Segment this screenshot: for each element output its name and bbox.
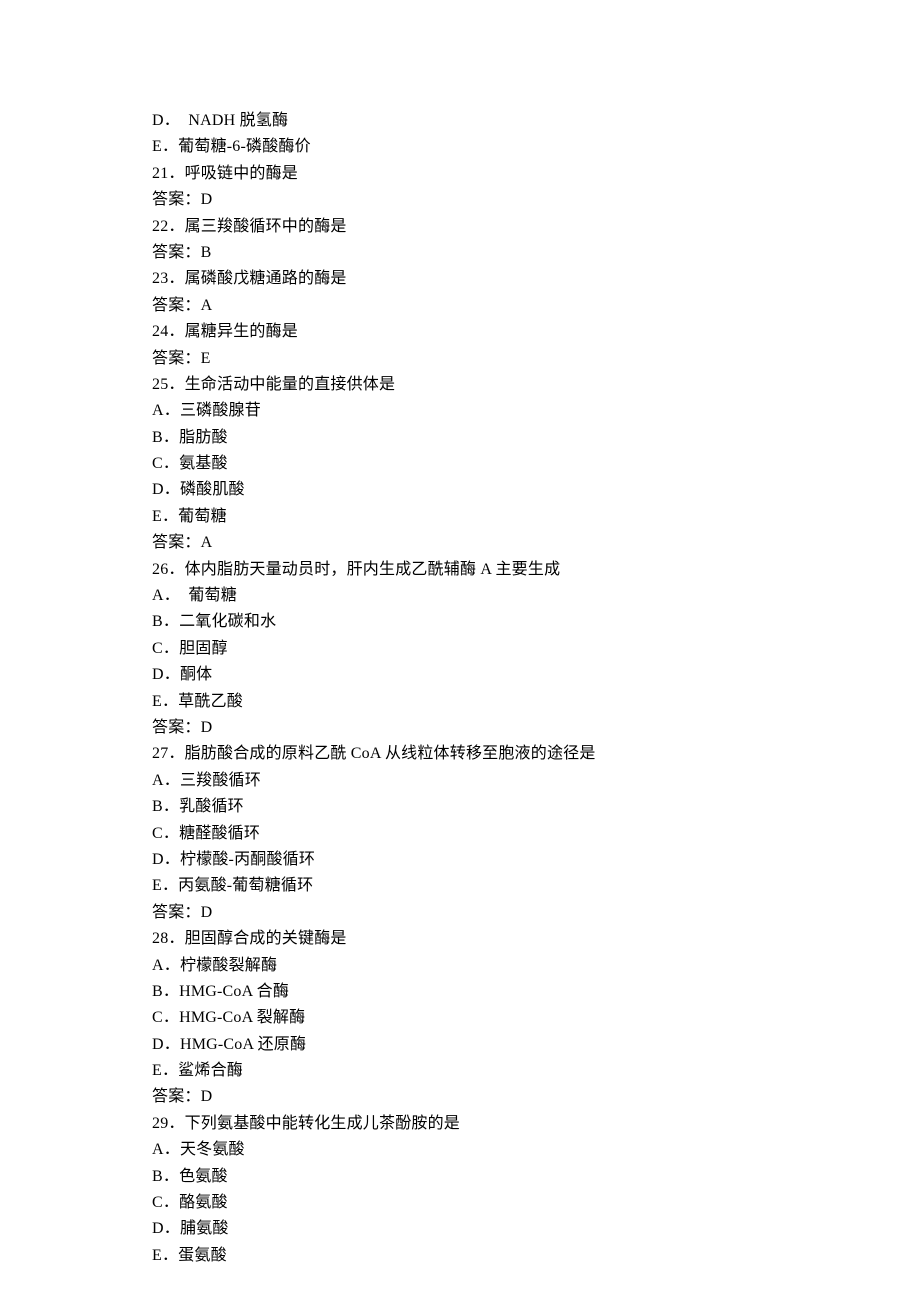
- text-line: E．蛋氨酸: [152, 1243, 920, 1269]
- text-line: 答案：A: [152, 530, 920, 556]
- text-line: E．葡萄糖-6-磷酸酶价: [152, 134, 920, 160]
- text-line: E．葡萄糖: [152, 504, 920, 530]
- text-line: 答案：B: [152, 240, 920, 266]
- text-line: A． 葡萄糖: [152, 583, 920, 609]
- text-line: 24．属糖异生的酶是: [152, 319, 920, 345]
- text-line: D． NADH 脱氢酶: [152, 108, 920, 134]
- text-line: 27．脂肪酸合成的原料乙酰 CoA 从线粒体转移至胞液的途径是: [152, 741, 920, 767]
- text-line: B．乳酸循环: [152, 794, 920, 820]
- text-line: 23．属磷酸戊糖通路的酶是: [152, 266, 920, 292]
- text-line: D．酮体: [152, 662, 920, 688]
- text-line: C．HMG-CoA 裂解酶: [152, 1005, 920, 1031]
- text-line: 26．体内脂肪天量动员时，肝内生成乙酰辅酶 A 主要生成: [152, 557, 920, 583]
- text-line: 答案：D: [152, 187, 920, 213]
- text-line: 答案：E: [152, 346, 920, 372]
- text-line: B．脂肪酸: [152, 425, 920, 451]
- text-line: D．HMG-CoA 还原酶: [152, 1032, 920, 1058]
- text-line: D．柠檬酸-丙酮酸循环: [152, 847, 920, 873]
- text-line: C．酪氨酸: [152, 1190, 920, 1216]
- text-line: E．草酰乙酸: [152, 689, 920, 715]
- text-line: 25．生命活动中能量的直接供体是: [152, 372, 920, 398]
- text-line: B．二氧化碳和水: [152, 609, 920, 635]
- text-line: B．HMG-CoA 合酶: [152, 979, 920, 1005]
- text-line: C．氨基酸: [152, 451, 920, 477]
- text-line: E．丙氨酸-葡萄糖循环: [152, 873, 920, 899]
- text-line: C．糖醛酸循环: [152, 821, 920, 847]
- text-line: 29．下列氨基酸中能转化生成儿茶酚胺的是: [152, 1111, 920, 1137]
- text-line: 答案：A: [152, 293, 920, 319]
- text-line: D．脯氨酸: [152, 1216, 920, 1242]
- text-line: 答案：D: [152, 1084, 920, 1110]
- text-line: A．天冬氨酸: [152, 1137, 920, 1163]
- text-line: B．色氨酸: [152, 1164, 920, 1190]
- text-line: 22．属三羧酸循环中的酶是: [152, 214, 920, 240]
- text-line: D．磷酸肌酸: [152, 477, 920, 503]
- text-line: E．鲨烯合酶: [152, 1058, 920, 1084]
- text-line: A．三羧酸循环: [152, 768, 920, 794]
- text-line: C．胆固醇: [152, 636, 920, 662]
- text-line: A．三磷酸腺苷: [152, 398, 920, 424]
- text-line: A．柠檬酸裂解酶: [152, 953, 920, 979]
- text-line: 答案：D: [152, 900, 920, 926]
- text-line: 21．呼吸链中的酶是: [152, 161, 920, 187]
- text-line: 答案：D: [152, 715, 920, 741]
- text-line: 28．胆固醇合成的关键酶是: [152, 926, 920, 952]
- document-page: D． NADH 脱氢酶 E．葡萄糖-6-磷酸酶价 21．呼吸链中的酶是 答案：D…: [0, 0, 920, 1302]
